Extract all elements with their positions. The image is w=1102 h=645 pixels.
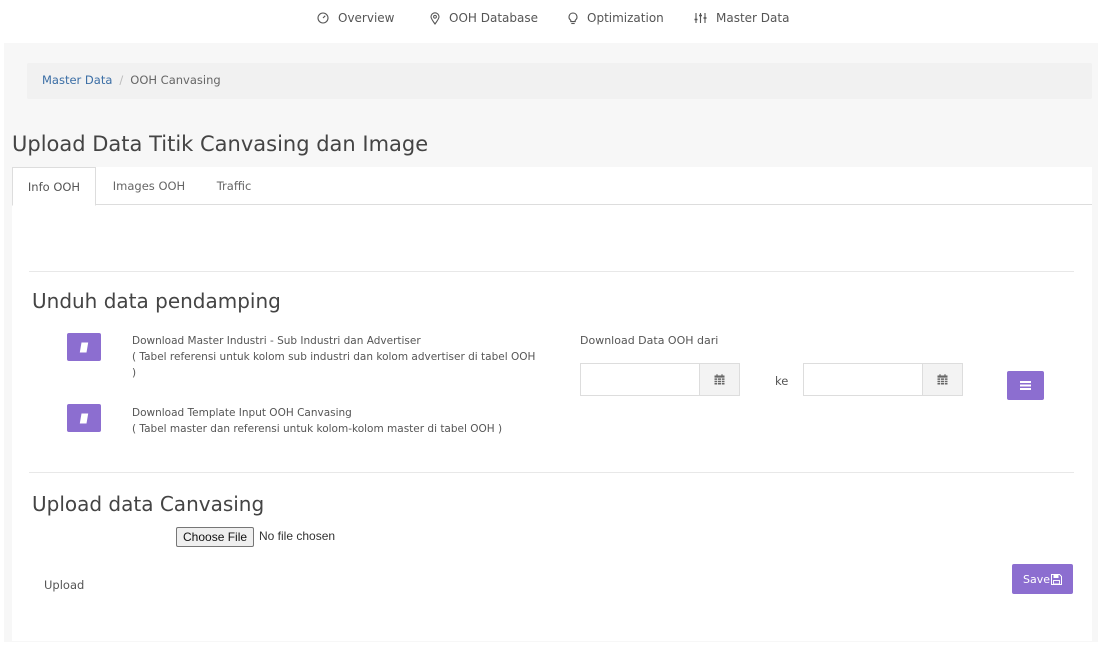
download-item-master-industri: Download Master Industri - Sub Industri …: [132, 333, 542, 381]
download-data-ooh-button[interactable]: [1007, 371, 1044, 400]
upload-section-title: Upload data Canvasing: [32, 492, 265, 516]
nav-item-optimization[interactable]: Optimization: [568, 11, 664, 25]
download-item-template-canvasing: Download Template Input OOH Canvasing ( …: [132, 405, 572, 437]
calendar-icon: [937, 374, 948, 385]
page-title: Upload Data Titik Canvasing dan Image: [12, 132, 429, 156]
save-button-label: Save: [1022, 572, 1050, 586]
nav-label: Overview: [338, 11, 395, 25]
breadcrumb: Master Data / OOH Canvasing: [27, 63, 1092, 99]
page-content: Master Data / OOH Canvasing Upload Data Ti…: [4, 43, 1098, 642]
map-pin-icon: [430, 11, 440, 25]
file-status-text: No file chosen: [259, 529, 336, 543]
tab-info-ooh[interactable]: Info OOH: [12, 167, 96, 206]
date-range-to-label: ke: [775, 374, 789, 388]
nav-item-overview[interactable]: Overview: [317, 11, 395, 25]
date-from-group: [580, 363, 740, 396]
tab-traffic[interactable]: Traffic: [204, 167, 264, 205]
calendar-icon: [714, 374, 725, 385]
breadcrumb-separator: /: [119, 73, 124, 87]
nav-item-ooh-database[interactable]: OOH Database: [430, 11, 538, 25]
book-icon: [79, 413, 89, 423]
tab-bar: Info OOH Images OOH Traffic: [12, 167, 1092, 206]
breadcrumb-link-master-data[interactable]: Master Data: [42, 73, 112, 87]
choose-file-button[interactable]: Choose File: [176, 527, 255, 547]
download-master-industri-button[interactable]: [67, 333, 101, 361]
nav-label: Optimization: [587, 11, 664, 25]
date-to-input[interactable]: [804, 364, 922, 395]
book-icon: [79, 342, 89, 352]
list-icon: [1020, 381, 1031, 390]
sliders-icon: [694, 13, 707, 23]
tab-images-ooh[interactable]: Images OOH: [104, 167, 194, 205]
date-to-group: [803, 363, 963, 396]
date-from-calendar-button[interactable]: [699, 364, 739, 395]
divider: [29, 472, 1074, 473]
lightbulb-icon: [568, 11, 578, 24]
nav-item-master-data[interactable]: Master Data: [694, 11, 789, 25]
nav-label: OOH Database: [449, 11, 538, 25]
tab-panel: Info OOH Images OOH Traffic Unduh data p…: [12, 167, 1092, 641]
gauge-icon: [317, 12, 329, 24]
nav-label: Master Data: [716, 11, 790, 25]
download-item-title: Download Master Industri - Sub Industri …: [132, 335, 421, 347]
save-button[interactable]: Save: [1012, 564, 1073, 594]
download-item-title: Download Template Input OOH Canvasing: [132, 407, 352, 419]
download-template-canvasing-button[interactable]: [67, 404, 101, 432]
download-section-title: Unduh data pendamping: [32, 289, 281, 313]
date-to-calendar-button[interactable]: [922, 364, 962, 395]
download-item-description: ( Tabel master dan referensi untuk kolom…: [132, 423, 503, 435]
date-range-label: Download Data OOH dari: [580, 334, 719, 347]
download-item-description: ( Tabel referensi untuk kolom sub indust…: [132, 351, 536, 379]
divider: [29, 271, 1074, 272]
floppy-disk-icon: [1051, 573, 1062, 585]
breadcrumb-current: OOH Canvasing: [130, 73, 221, 87]
date-from-input[interactable]: [581, 364, 699, 395]
top-navigation: Overview OOH Database Optimization Maste…: [0, 0, 1102, 40]
upload-field-label: Upload: [44, 578, 85, 592]
